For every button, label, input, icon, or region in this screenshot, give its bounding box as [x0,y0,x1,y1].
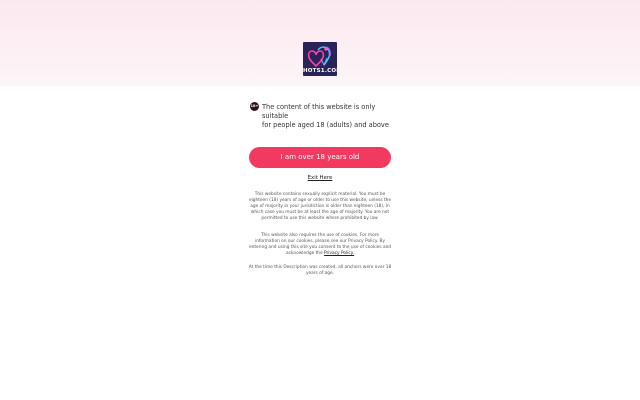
cookie-disclaimer-text: This website also requires the use of co… [248,233,392,256]
age-18-badge-icon: 18+ [250,102,259,111]
age-notice: The content of this website is only suit… [262,103,394,131]
age-gate-page: HOTS1.COM 18+ The content of this websit… [0,0,640,400]
age-notice-line-1: The content of this website is only suit… [262,103,376,121]
logo-text: HOTS1.COM [303,68,337,74]
anchors-age-statement: At the time this Description was created… [248,265,392,276]
age-disclaimer-text: This website contains sexually explicit … [248,192,392,221]
site-logo: HOTS1.COM [303,42,337,76]
cookie-disclaimer: This website also requires the use of co… [248,233,392,257]
privacy-policy-link[interactable]: Privacy Policy. [324,251,354,256]
over-18-enter-button[interactable]: I am over 18 years old [249,147,391,168]
age-notice-line-2: for people aged 18 (adults) and above [262,121,389,130]
exit-here-link[interactable]: Exit Here [280,175,360,181]
